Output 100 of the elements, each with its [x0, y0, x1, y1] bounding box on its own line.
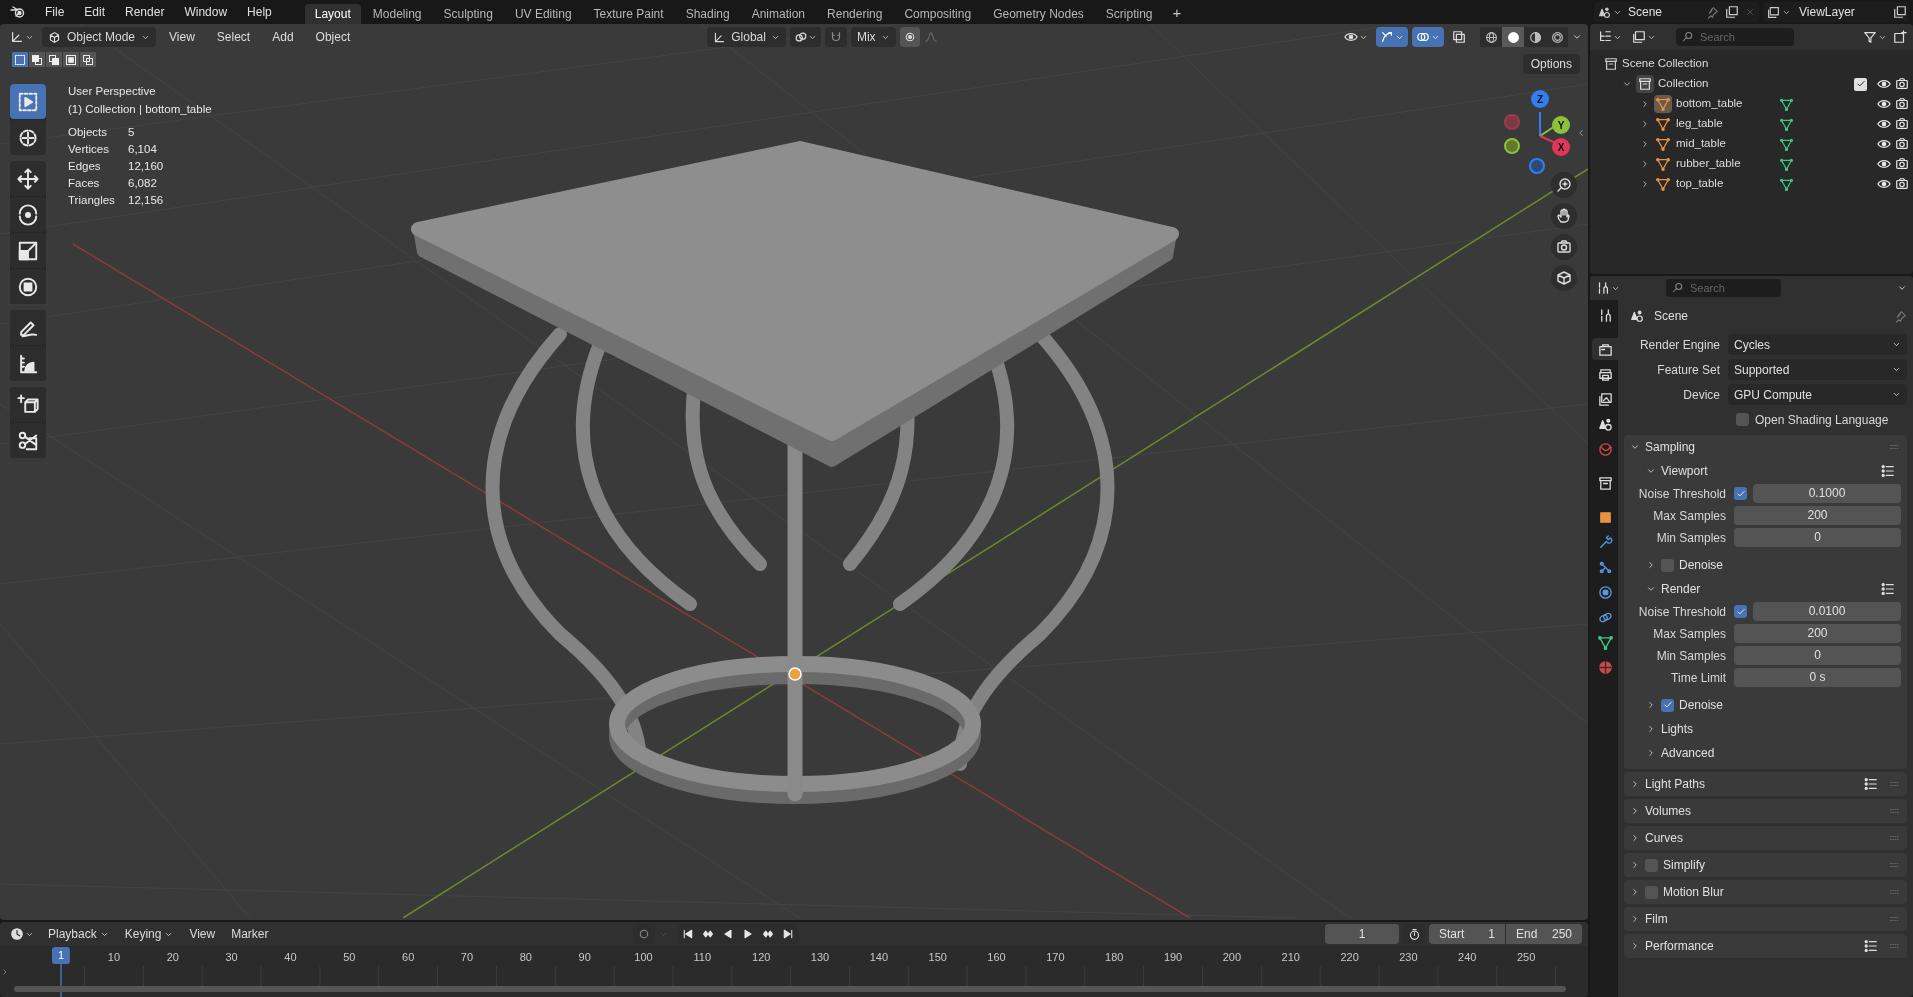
timeline-scrollbar[interactable] [14, 986, 1566, 992]
number-field[interactable]: 0 [1734, 646, 1901, 665]
eye-icon[interactable] [1877, 117, 1891, 131]
eye-icon[interactable] [1877, 137, 1891, 151]
number-field[interactable]: 0.0100 [1753, 602, 1901, 621]
panel-title[interactable]: Performance [1645, 937, 1859, 955]
workspace-tab[interactable]: Animation [741, 4, 816, 24]
current-frame-field[interactable]: 1 [1325, 924, 1399, 944]
chevron-right-icon[interactable] [1630, 833, 1640, 843]
checkbox[interactable] [1734, 487, 1747, 500]
navigation-button[interactable] [1551, 203, 1577, 229]
menu-item[interactable]: View [160, 27, 204, 47]
shading-mode-button[interactable] [1546, 27, 1568, 47]
workspace-tab[interactable]: UV Editing [504, 4, 582, 24]
panel-title[interactable]: Lights [1661, 720, 1901, 738]
select-mode-button[interactable] [63, 52, 79, 67]
panel-title[interactable]: Denoise [1679, 556, 1901, 574]
mesh-triangle-icon[interactable] [1780, 177, 1793, 191]
preset-list-icon[interactable] [1881, 582, 1895, 596]
outliner-item[interactable]: top_table [1676, 175, 1776, 193]
camera-icon[interactable] [1895, 157, 1909, 171]
tool-button[interactable] [10, 387, 46, 422]
chevron-down-icon[interactable] [1622, 79, 1632, 89]
menu-item[interactable]: Render [116, 2, 174, 22]
checkbox[interactable] [1661, 558, 1674, 572]
mode-dropdown[interactable]: Object Mode [42, 27, 157, 47]
navigation-button[interactable] [1551, 234, 1577, 260]
properties-tab[interactable] [1592, 338, 1618, 360]
shading-mode-button[interactable] [1524, 27, 1546, 47]
chevron-right-icon[interactable] [1640, 139, 1650, 149]
select-mode-button[interactable] [80, 52, 96, 67]
start-frame-field[interactable]: Start 1 [1429, 924, 1505, 944]
mesh-triangle-icon[interactable] [1780, 137, 1793, 151]
preset-list-icon[interactable] [1864, 939, 1878, 953]
search-field[interactable]: Search [1676, 28, 1794, 46]
filter-dropdown[interactable] [1863, 30, 1887, 44]
chevron-right-icon[interactable] [1630, 941, 1640, 951]
camera-icon[interactable] [1895, 77, 1909, 91]
panel-title[interactable]: Film [1645, 910, 1884, 928]
tool-button[interactable] [10, 197, 46, 232]
workspace-tab[interactable]: Rendering [817, 4, 893, 24]
scene-selector[interactable]: Scene [1594, 2, 1759, 22]
workspace-tab[interactable]: Scripting [1095, 4, 1163, 24]
panel-title[interactable]: Curves [1645, 829, 1884, 847]
camera-icon[interactable] [1895, 177, 1909, 191]
eye-icon[interactable] [1877, 77, 1891, 91]
outliner-item[interactable]: mid_table [1676, 135, 1776, 153]
panel-title[interactable]: Denoise [1679, 696, 1901, 714]
navigation-button[interactable] [1551, 172, 1577, 198]
copy-icon[interactable] [1725, 5, 1739, 19]
menu-item[interactable]: Select [207, 27, 260, 47]
workspace-tab[interactable]: Compositing [894, 4, 982, 24]
preset-list-icon[interactable] [1881, 464, 1895, 478]
pin-icon[interactable] [1894, 309, 1907, 323]
chevron-right-icon[interactable] [1630, 779, 1640, 789]
tool-button[interactable] [10, 423, 46, 458]
menu-item[interactable]: Marker [225, 924, 275, 944]
axis-handle[interactable] [1504, 138, 1520, 154]
axis-handle[interactable] [1504, 114, 1520, 130]
chevron-down-icon[interactable] [1646, 466, 1656, 476]
workspace-tab[interactable]: Layout [304, 4, 361, 24]
panel-title[interactable]: Sampling [1645, 438, 1884, 456]
checkbox[interactable] [1661, 698, 1674, 712]
workspace-tab[interactable]: Texture Paint [583, 4, 674, 24]
workspace-tab[interactable]: Geometry Nodes [983, 4, 1094, 24]
menu-item[interactable]: File [36, 2, 74, 22]
panel-title[interactable]: Render [1661, 580, 1876, 598]
chevron-right-icon[interactable] [1646, 724, 1656, 734]
chevron-right-icon[interactable] [1646, 748, 1656, 758]
chevron-right-icon[interactable] [1640, 179, 1650, 189]
menu-item[interactable]: View [183, 924, 222, 944]
select-mode-button[interactable] [29, 52, 45, 67]
pin-icon[interactable] [1706, 5, 1719, 19]
shading-mode-button[interactable] [1502, 27, 1524, 47]
outliner-item[interactable]: rubber_table [1676, 155, 1776, 173]
dropdown[interactable]: Cycles [1728, 334, 1907, 355]
workspace-tab[interactable]: Shading [675, 4, 740, 24]
blender-logo-icon[interactable] [10, 4, 26, 20]
tool-button[interactable] [10, 161, 46, 196]
camera-icon[interactable] [1895, 97, 1909, 111]
axis-handle[interactable]: X [1552, 138, 1570, 156]
panel-title[interactable]: Light Paths [1645, 775, 1859, 793]
menu-item[interactable]: Edit [75, 2, 115, 22]
workspace-tab[interactable]: Sculpting [433, 4, 503, 24]
eye-icon[interactable] [1877, 97, 1891, 111]
number-field[interactable]: 0 [1734, 528, 1901, 547]
tool-button[interactable] [10, 310, 46, 345]
end-frame-field[interactable]: End 250 [1506, 924, 1582, 944]
menu-item[interactable]: Window [175, 2, 237, 22]
mesh-triangle-icon[interactable] [1780, 117, 1793, 131]
viewport-toggle[interactable] [1376, 27, 1408, 47]
checkbox[interactable] [1736, 413, 1749, 426]
mesh-triangle-icon[interactable] [1780, 97, 1793, 111]
checkbox[interactable] [1645, 885, 1658, 899]
outliner-item[interactable]: Scene Collection [1622, 55, 1722, 73]
panel-title[interactable]: Advanced [1661, 744, 1901, 762]
search-field[interactable]: Search [1666, 279, 1781, 297]
add-workspace-button[interactable]: + [1164, 4, 1190, 20]
chevron-right-icon[interactable] [1640, 119, 1650, 129]
chevron-right-icon[interactable] [1630, 887, 1640, 897]
